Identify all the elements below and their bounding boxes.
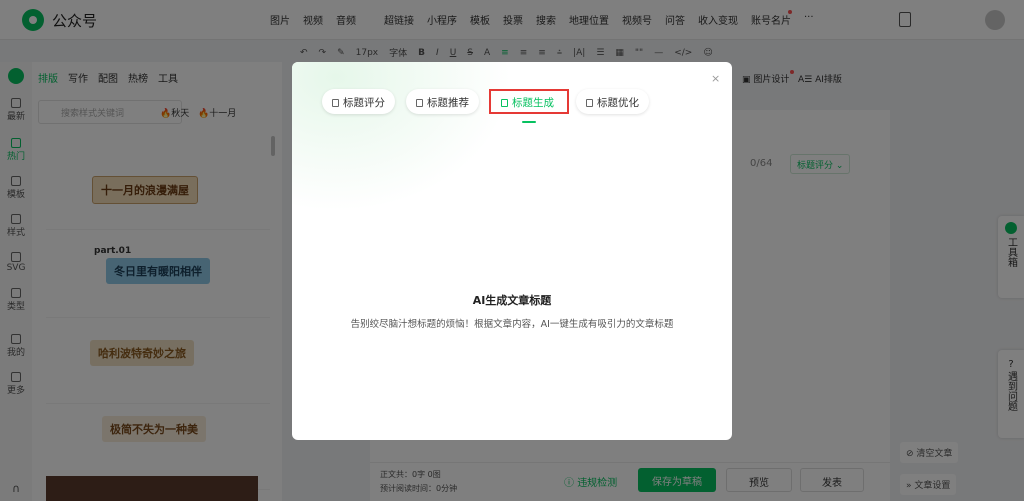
tab-title-score[interactable]: 标题评分 — [322, 89, 395, 114]
optimize-icon — [586, 99, 593, 107]
tab-label: 标题推荐 — [427, 97, 469, 109]
modal-heading: AI生成文章标题 — [472, 294, 552, 307]
tab-title-generate[interactable]: 标题生成 — [489, 89, 569, 114]
close-icon[interactable]: × — [711, 72, 720, 85]
tab-label: 标题生成 — [512, 97, 554, 109]
tab-label: 标题优化 — [597, 97, 639, 109]
active-tab-indicator — [522, 121, 536, 123]
recommend-icon — [416, 99, 423, 107]
magic-wand-icon — [501, 99, 508, 107]
modal-glow — [292, 62, 512, 212]
score-icon — [332, 99, 339, 107]
tab-title-recommend[interactable]: 标题推荐 — [406, 89, 479, 114]
title-modal: × 标题评分 标题推荐 标题生成 标题优化 AI生成文章标题 告别绞尽脑汁想标题… — [292, 62, 732, 440]
tab-label: 标题评分 — [343, 97, 385, 109]
tab-title-optimize[interactable]: 标题优化 — [576, 89, 649, 114]
modal-description: 告别绞尽脑汁想标题的烦恼！根据文章内容，AI一键生成有吸引力的文章标题 — [350, 319, 674, 330]
